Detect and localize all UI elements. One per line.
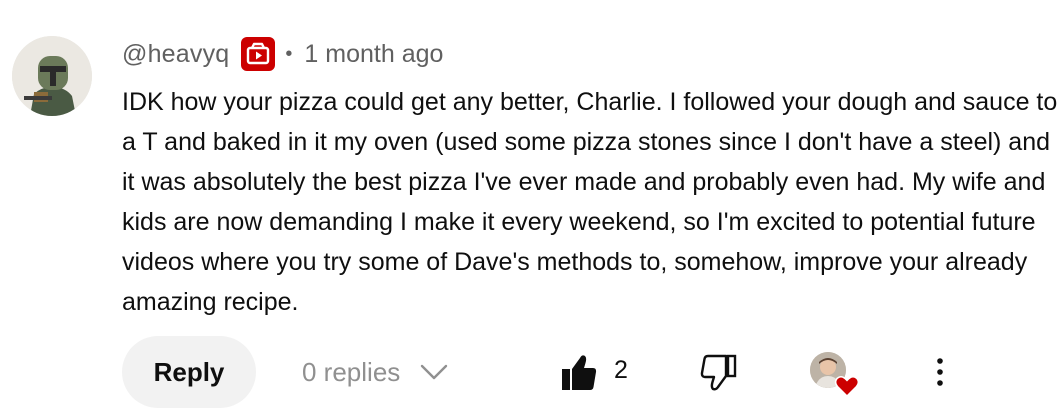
thumbs-up-icon [562, 355, 597, 390]
replies-toggle[interactable]: 0 replies [302, 350, 448, 394]
dislike-button[interactable] [700, 352, 738, 392]
creator-heart-badge [810, 352, 860, 402]
like-count: 2 [614, 356, 628, 384]
comment-header: @heavyq • 1 month ago [122, 34, 443, 74]
header-separator: • [285, 42, 293, 65]
chevron-down-icon [420, 364, 448, 380]
comment-timestamp[interactable]: 1 month ago [304, 40, 443, 69]
more-options-button[interactable] [922, 352, 958, 392]
like-button[interactable] [560, 352, 598, 392]
author-avatar[interactable] [12, 36, 92, 116]
thumbs-down-icon [700, 354, 737, 391]
replies-count-label: 0 replies [302, 356, 401, 387]
reply-button[interactable]: Reply [122, 336, 256, 408]
vertical-dots-icon [937, 358, 943, 386]
author-handle[interactable]: @heavyq [122, 40, 229, 69]
youtube-member-icon [241, 37, 276, 71]
avatar-image [12, 36, 92, 116]
heart-icon [834, 376, 860, 398]
comment-text: IDK how your pizza could get any better,… [122, 88, 1058, 316]
